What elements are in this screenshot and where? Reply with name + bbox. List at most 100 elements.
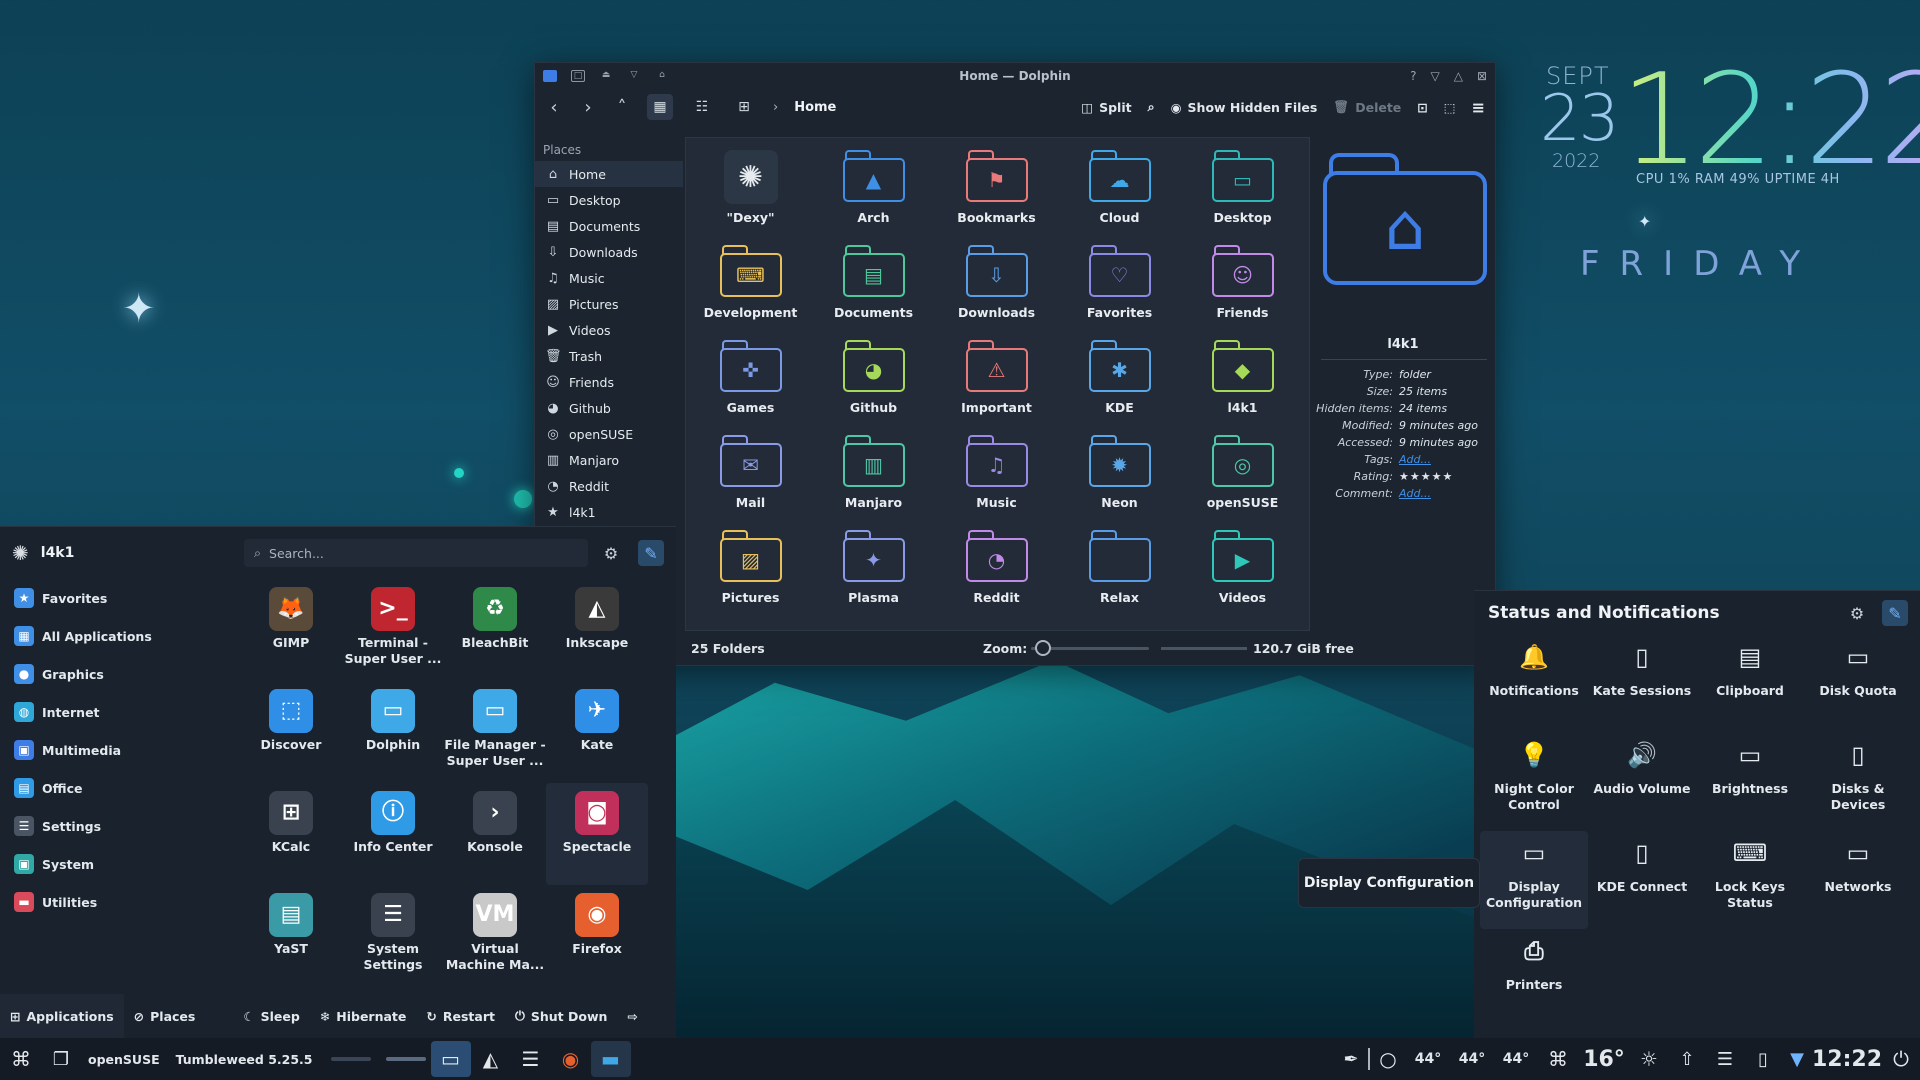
task-firefox[interactable]: ◉ (551, 1041, 591, 1077)
folder-item[interactable]: ▨ Pictures (689, 524, 812, 619)
app-system-settings[interactable]: ☰ System Settings (342, 885, 444, 987)
folder-item[interactable]: ✉ Mail (689, 429, 812, 524)
network-tray-button[interactable]: ☰ (1706, 1038, 1744, 1080)
place-videos[interactable]: ▶ Videos (535, 317, 683, 343)
category-favorites[interactable]: ★ Favorites (0, 579, 232, 617)
app-launcher-button[interactable]: ⌘ (0, 1038, 42, 1080)
app-inkscape[interactable]: ◭ Inkscape (546, 579, 648, 681)
tray-item-display-configuration[interactable]: ▭ Display Configuration (1480, 831, 1588, 929)
places-tab[interactable]: ⊘ Places (124, 994, 206, 1038)
folder-item[interactable]: ◆ l4k1 (1181, 334, 1304, 429)
pin-launcher-button[interactable]: ✎ (638, 540, 664, 566)
folder-item[interactable]: ▲ Arch (812, 144, 935, 239)
forward-icon[interactable]: › (579, 97, 597, 118)
pager-2[interactable] (381, 1038, 431, 1080)
place-documents[interactable]: ▤ Documents (535, 213, 683, 239)
show-desktop-button[interactable]: ❐ (42, 1038, 80, 1080)
hamburger-menu-button[interactable]: ≡ (1472, 98, 1485, 117)
up-icon[interactable]: ˄ (613, 97, 631, 118)
sleep-button[interactable]: ☾ Sleep (233, 994, 309, 1038)
tray-item-brightness[interactable]: ▭ Brightness (1696, 733, 1804, 831)
folder-item[interactable]: Relax (1058, 524, 1181, 619)
task-dolphin[interactable]: ▬ (590, 1041, 631, 1077)
search-button[interactable]: ⌕ (1148, 99, 1155, 115)
folder-item[interactable]: ⌨ Development (689, 239, 812, 334)
pager-1[interactable] (321, 1038, 381, 1080)
zoom-slider-handle[interactable] (1035, 640, 1051, 656)
tray-item-notifications[interactable]: 🔔 Notifications (1480, 635, 1588, 733)
category-utilities[interactable]: ▬ Utilities (0, 883, 232, 921)
folder-item[interactable]: ▭ Desktop (1181, 144, 1304, 239)
tray-item-kde-connect[interactable]: ▯ KDE Connect (1588, 831, 1696, 929)
breadcrumb-home[interactable]: Home (794, 100, 836, 115)
app-firefox[interactable]: ◉ Firefox (546, 885, 648, 987)
tray-item-audio-volume[interactable]: 🔊 Audio Volume (1588, 733, 1696, 831)
icons-view-button[interactable]: ▦ (647, 94, 673, 120)
folder-item[interactable]: ◕ Github (812, 334, 935, 429)
place-l4k1[interactable]: ★ l4k1 (535, 499, 683, 525)
category-multimedia[interactable]: ▣ Multimedia (0, 731, 232, 769)
place-home[interactable]: ⌂ Home (535, 161, 683, 187)
app-spectacle[interactable]: ◙ Spectacle (546, 783, 648, 885)
color-picker-button[interactable]: ✒ (1334, 1038, 1368, 1080)
folder-item[interactable]: ⚠ Important (935, 334, 1058, 429)
place-trash[interactable]: 🗑 Trash (535, 343, 683, 369)
folder-item[interactable]: ◎ openSUSE (1181, 429, 1304, 524)
folder-item[interactable]: ♫ Music (935, 429, 1058, 524)
power-menu-button[interactable]: ⏻ (1882, 1038, 1920, 1080)
avatar[interactable]: ✺ (12, 541, 29, 565)
category-settings[interactable]: ☰ Settings (0, 807, 232, 845)
leave-button[interactable]: ⇨ (617, 994, 647, 1038)
window-titlebar[interactable]: □ ⏏ ▽ ⌂ Home — Dolphin ? ▽ △ ⊠ (535, 63, 1495, 89)
folder-item[interactable]: ✺ "Dexy" (689, 144, 812, 239)
restart-button[interactable]: ↻ Restart (416, 994, 505, 1038)
hibernate-button[interactable]: ❄ Hibernate (310, 994, 417, 1038)
kde-connect-tray[interactable]: ⌘ (1538, 1038, 1578, 1080)
folder-item[interactable]: ☁ Cloud (1058, 144, 1181, 239)
folder-item[interactable]: ▤ Documents (812, 239, 935, 334)
select-button[interactable]: ⬚ (1444, 100, 1456, 115)
details-view-button[interactable]: ⊞ (731, 94, 757, 120)
task-system-settings[interactable]: ☰ (511, 1041, 551, 1077)
app-dolphin[interactable]: ▭ Dolphin (342, 681, 444, 783)
cpu-monitor[interactable]: ○ (1370, 1038, 1406, 1080)
preview-button[interactable]: ⊡ (1417, 100, 1427, 115)
app-kate[interactable]: ✈ Kate (546, 681, 648, 783)
place-pictures[interactable]: ▨ Pictures (535, 291, 683, 317)
app-bleachbit[interactable]: ♻ BleachBit (444, 579, 546, 681)
folder-item[interactable]: ✱ KDE (1058, 334, 1181, 429)
configure-launcher-button[interactable]: ⚙ (598, 540, 624, 566)
search-input[interactable]: ⌕ Search... (244, 539, 588, 567)
folder-item[interactable]: ♡ Favorites (1058, 239, 1181, 334)
app-virtual-machine-ma[interactable]: VM Virtual Machine Ma... (444, 885, 546, 987)
folder-item[interactable]: ✜ Games (689, 334, 812, 429)
folder-item[interactable]: ◔ Reddit (935, 524, 1058, 619)
folder-item[interactable]: ⇩ Downloads (935, 239, 1058, 334)
category-graphics[interactable]: ● Graphics (0, 655, 232, 693)
rating-stars[interactable]: ★★★★★ (1399, 468, 1453, 485)
tray-item-networks[interactable]: ▭ Networks (1804, 831, 1912, 929)
folder-item[interactable]: ⚑ Bookmarks (935, 144, 1058, 239)
app-konsole[interactable]: › Konsole (444, 783, 546, 885)
app-terminal-super-user[interactable]: >_ Terminal - Super User ... (342, 579, 444, 681)
weather-button[interactable]: ☼ (1630, 1038, 1668, 1080)
place-manjaro[interactable]: ▥ Manjaro (535, 447, 683, 473)
place-opensuse[interactable]: ◎ openSUSE (535, 421, 683, 447)
weather-temp[interactable]: 16° (1578, 1038, 1630, 1080)
shutdown-button[interactable]: ⏻ Shut Down (505, 994, 617, 1038)
app-discover[interactable]: ⬚ Discover (240, 681, 342, 783)
tray-item-kate-sessions[interactable]: ▯ Kate Sessions (1588, 635, 1696, 733)
compact-view-button[interactable]: ☷ (689, 94, 715, 120)
folder-item[interactable]: ▶ Videos (1181, 524, 1304, 619)
folder-item[interactable]: ✹ Neon (1058, 429, 1181, 524)
folder-item[interactable]: ☺ Friends (1181, 239, 1304, 334)
tray-item-night-color-control[interactable]: 💡 Night Color Control (1480, 733, 1588, 831)
category-all-applications[interactable]: ▦ All Applications (0, 617, 232, 655)
applications-tab[interactable]: ⊞ Applications (0, 994, 124, 1038)
category-system[interactable]: ▣ System (0, 845, 232, 883)
tray-item-disk-quota[interactable]: ▭ Disk Quota (1804, 635, 1912, 733)
split-button[interactable]: ◫ Split (1081, 100, 1131, 115)
maximize-icon[interactable]: △ (1454, 69, 1463, 83)
updates-button[interactable]: ⇧ (1668, 1038, 1706, 1080)
category-internet[interactable]: ◍ Internet (0, 693, 232, 731)
